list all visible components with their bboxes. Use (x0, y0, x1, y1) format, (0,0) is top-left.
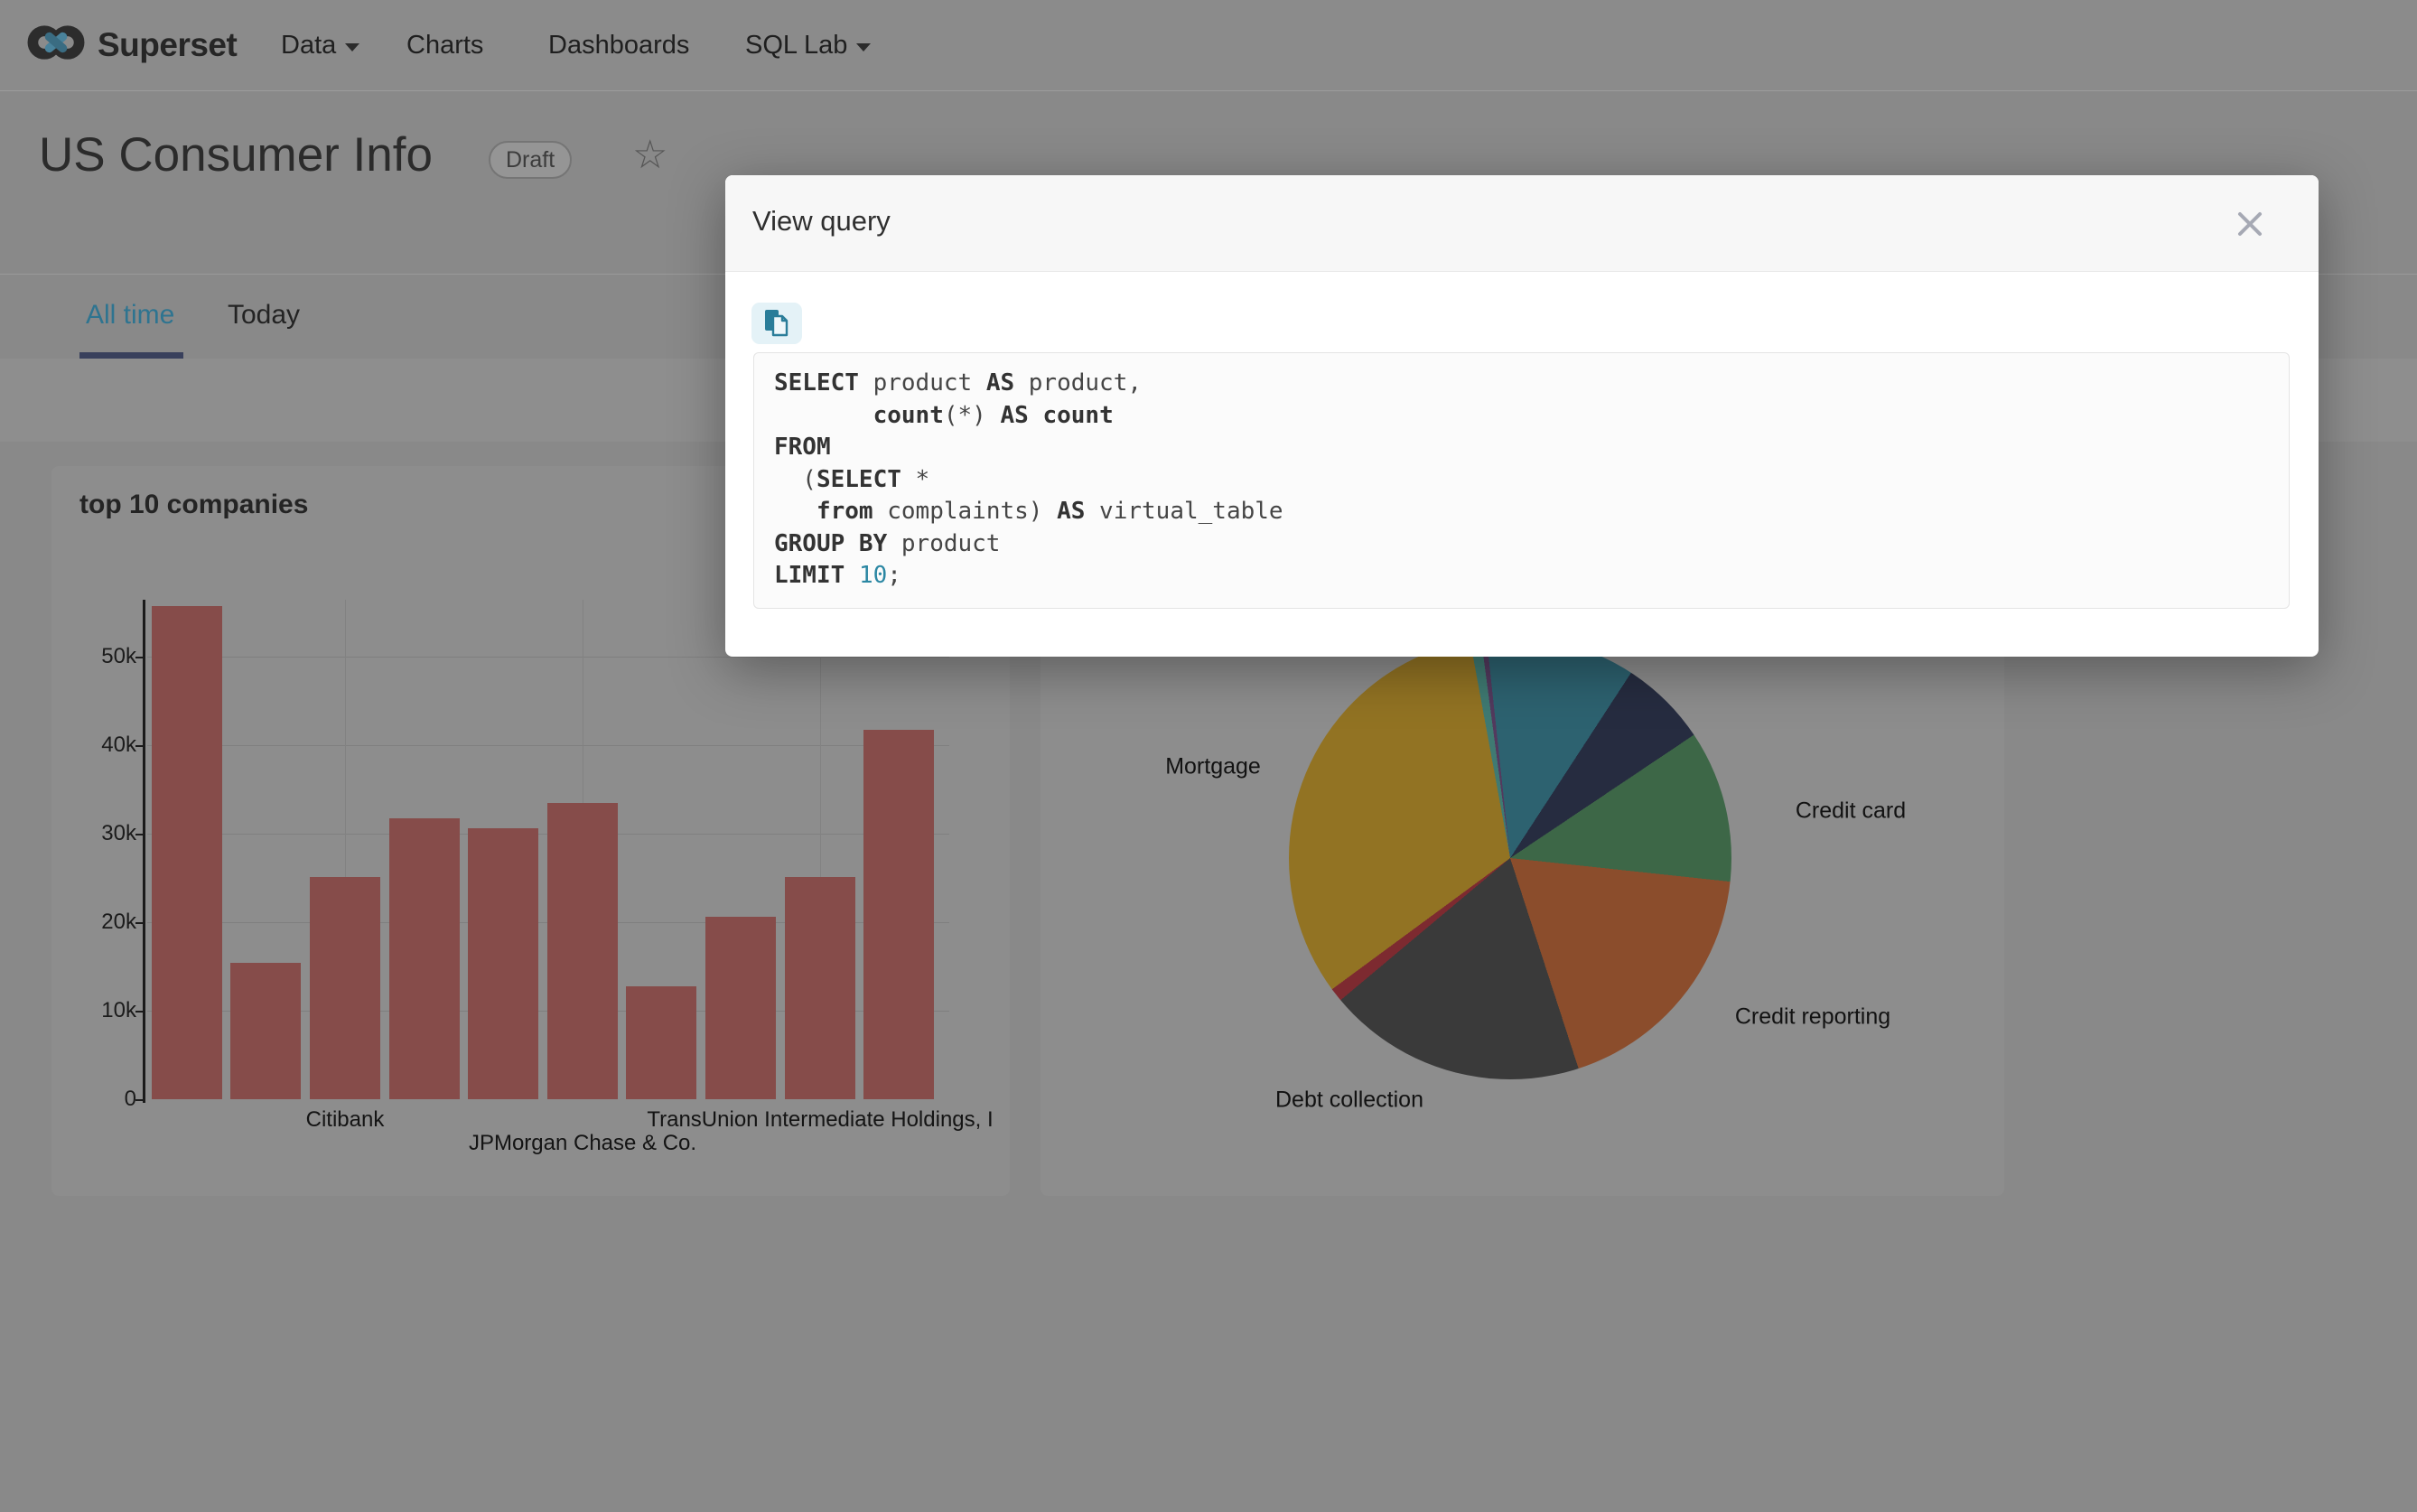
brand-text: Superset (98, 26, 237, 64)
nav-item-label: Data (281, 31, 336, 61)
x-tick-label: Citibank (210, 1107, 481, 1133)
nav-item-dashboards[interactable]: Dashboards (548, 0, 689, 90)
sql-code: SELECT product AS product, count(*) AS c… (774, 368, 2269, 593)
pie-slice-label: Debt collection (1275, 1087, 1423, 1114)
y-tick-label: 40k (64, 733, 136, 758)
pie-slice-label: Mortgage (1165, 754, 1261, 780)
nav-item-sqllab[interactable]: SQL Lab (745, 0, 871, 90)
chevron-down-icon (856, 43, 871, 51)
tab-all-time[interactable]: All time (86, 300, 174, 331)
y-tick-label: 20k (64, 910, 136, 935)
navbar: Superset Data Charts Dashboards SQL Lab (0, 0, 2417, 91)
nav-item-data[interactable]: Data (281, 0, 359, 90)
bar-7[interactable] (626, 986, 696, 1099)
page-title: US Consumer Info (39, 127, 433, 182)
nav-item-charts[interactable]: Charts (406, 0, 483, 90)
modal-title: View query (752, 205, 891, 238)
active-tab-indicator (79, 352, 183, 359)
y-tick (135, 834, 144, 835)
copy-query-button[interactable] (751, 303, 802, 344)
y-tick (135, 1011, 144, 1013)
y-tick-label: 50k (64, 644, 136, 669)
nav-item-label: Dashboards (548, 31, 689, 61)
bar-1[interactable] (152, 606, 222, 1099)
close-icon[interactable] (2234, 208, 2266, 240)
superset-brand[interactable]: Superset (27, 18, 237, 71)
status-badge: Draft (489, 141, 572, 179)
sql-query-box[interactable]: SELECT product AS product, count(*) AS c… (753, 352, 2290, 609)
y-tick-label: 0 (64, 1087, 136, 1112)
pie-chart[interactable] (1289, 637, 1731, 1079)
x-tick-label: JPMorgan Chase & Co. (447, 1131, 718, 1156)
modal-header: View query (725, 175, 2319, 272)
y-tick-label: 30k (64, 821, 136, 846)
y-tick (135, 922, 144, 924)
view-query-modal: View query SELECT product AS product, co… (725, 175, 2319, 657)
bar-3[interactable] (310, 877, 380, 1099)
bar-2[interactable] (230, 963, 301, 1099)
y-tick-label: 10k (64, 998, 136, 1023)
gridline (147, 657, 949, 658)
bar-4[interactable] (389, 818, 460, 1099)
tab-today[interactable]: Today (228, 300, 300, 331)
chevron-down-icon (345, 43, 359, 51)
bar-9[interactable] (785, 877, 855, 1099)
gridline (147, 745, 949, 746)
superset-logo-icon (27, 18, 85, 71)
copy-icon (763, 308, 790, 340)
pie-slice-label: Credit card (1796, 798, 1906, 825)
bar-10[interactable] (863, 730, 934, 1099)
bar-6[interactable] (547, 803, 618, 1099)
y-axis (143, 600, 145, 1103)
bar-8[interactable] (705, 917, 776, 1099)
y-tick (135, 745, 144, 747)
x-tick-label: TransUnion Intermediate Holdings, I (585, 1107, 1055, 1133)
y-tick (135, 1099, 144, 1101)
dashboard-screen: Superset Data Charts Dashboards SQL Lab … (0, 0, 2417, 1512)
y-tick (135, 657, 144, 658)
favorite-star-icon[interactable]: ☆ (632, 132, 667, 178)
nav-item-label: SQL Lab (745, 31, 847, 61)
bar-5[interactable] (468, 828, 538, 1099)
pie-slice-label: Credit reporting (1735, 1004, 1890, 1031)
nav-item-label: Charts (406, 31, 483, 61)
